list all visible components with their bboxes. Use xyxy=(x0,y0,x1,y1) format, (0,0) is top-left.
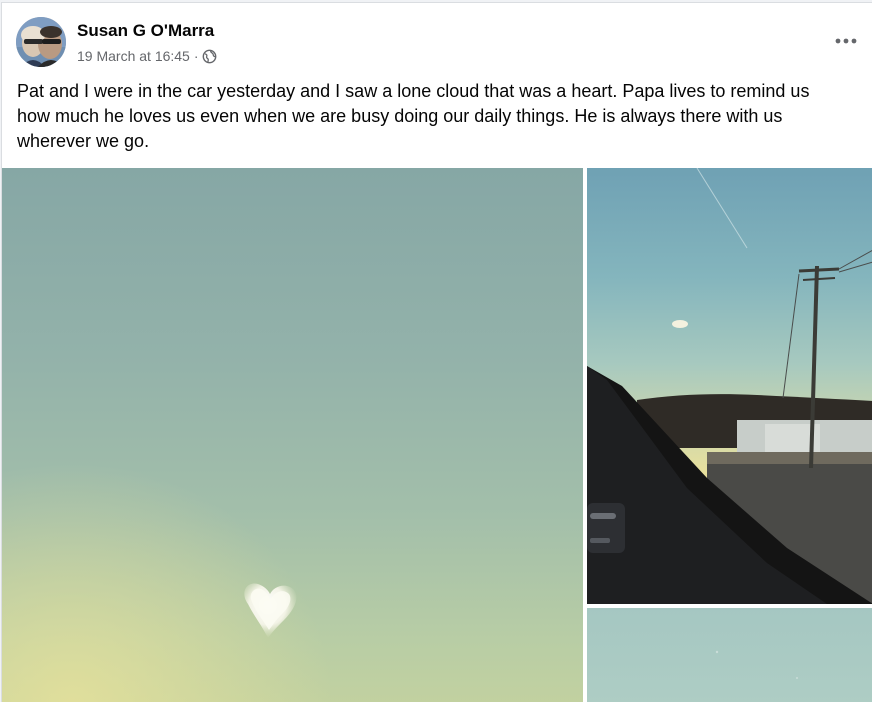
globe-icon[interactable] xyxy=(202,49,217,64)
post-meta: 19 March at 16:45 · xyxy=(77,48,217,64)
post-caption: Pat and I were in the car yesterday and … xyxy=(17,81,810,151)
post-timestamp[interactable]: 19 March at 16:45 xyxy=(77,48,190,64)
meta-separator: · xyxy=(193,48,199,64)
photo-heart-cloud[interactable] xyxy=(2,168,583,702)
avatar[interactable] xyxy=(16,17,66,67)
photo-grid xyxy=(2,168,872,702)
post-card: Susan G O'Marra 19 March at 16:45 · Pat … xyxy=(1,2,872,702)
photo-sky-partial[interactable] xyxy=(587,608,872,702)
more-horizontal-icon xyxy=(835,38,857,44)
photo-car-window-sky[interactable] xyxy=(587,168,872,604)
author-name[interactable]: Susan G O'Marra xyxy=(77,21,214,41)
avatar-image xyxy=(16,17,66,67)
more-options-button[interactable] xyxy=(828,27,864,55)
post-header: Susan G O'Marra 19 March at 16:45 · xyxy=(16,17,857,69)
